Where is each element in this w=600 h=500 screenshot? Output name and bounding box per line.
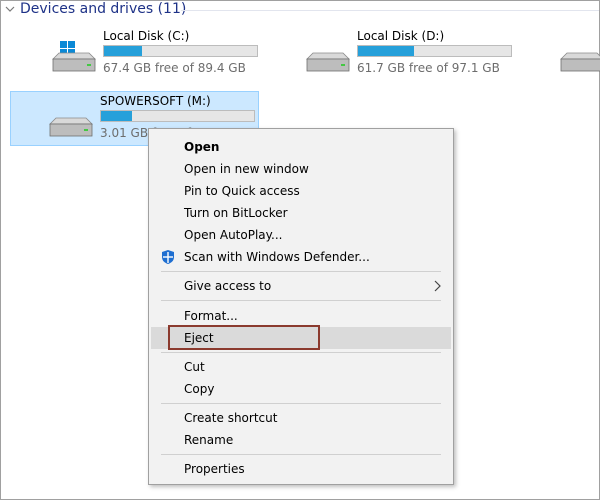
menu-item-label: Scan with Windows Defender... <box>184 250 370 264</box>
drive-d-tile[interactable]: Local Disk (D:) 61.7 GB free of 97.1 GB <box>299 29 514 85</box>
hard-drive-icon <box>560 52 600 72</box>
menu-item-format[interactable]: Format... <box>151 305 451 327</box>
menu-item-eject[interactable]: Eject <box>151 327 451 349</box>
menu-item-label: Copy <box>184 382 215 396</box>
menu-item-label: Create shortcut <box>184 411 278 425</box>
menu-item-label: Open AutoPlay... <box>184 228 283 242</box>
menu-item-label: Turn on BitLocker <box>184 206 288 220</box>
menu-item-label: Give access to <box>184 279 272 293</box>
menu-item-create-shortcut[interactable]: Create shortcut <box>151 407 451 429</box>
menu-item-bitlocker[interactable]: Turn on BitLocker <box>151 202 451 224</box>
menu-separator <box>161 300 441 301</box>
drive-m-name: SPOWERSOFT (M:) <box>100 94 211 108</box>
menu-item-open[interactable]: Open <box>151 136 451 158</box>
menu-item-autoplay[interactable]: Open AutoPlay... <box>151 224 451 246</box>
menu-item-cut[interactable]: Cut <box>151 356 451 378</box>
menu-item-label: Open in new window <box>184 162 309 176</box>
drive-d-usage-bar <box>357 45 512 57</box>
drive-c-usage-fill <box>104 46 142 56</box>
menu-separator <box>161 403 441 404</box>
menu-item-label: Properties <box>184 462 245 476</box>
menu-item-pin-quick-access[interactable]: Pin to Quick access <box>151 180 451 202</box>
menu-item-label: Eject <box>184 331 214 345</box>
menu-item-label: Pin to Quick access <box>184 184 300 198</box>
drive-c-tile[interactable]: Local Disk (C:) 67.4 GB free of 89.4 GB <box>45 29 260 85</box>
hard-drive-icon <box>306 52 350 72</box>
explorer-window: Devices and drives (11) Local Disk (C:) … <box>0 0 600 500</box>
menu-separator <box>161 271 441 272</box>
windows-defender-shield-icon <box>162 250 174 264</box>
drive-c-free-space: 67.4 GB free of 89.4 GB <box>103 61 246 75</box>
menu-item-open-new-window[interactable]: Open in new window <box>151 158 451 180</box>
menu-item-copy[interactable]: Copy <box>151 378 451 400</box>
drive-c-usage-bar <box>103 45 258 57</box>
group-title: Devices and drives (11) <box>20 1 187 17</box>
menu-item-properties[interactable]: Properties <box>151 458 451 480</box>
group-divider <box>181 10 599 11</box>
menu-item-rename[interactable]: Rename <box>151 429 451 451</box>
menu-separator <box>161 352 441 353</box>
drive-m-usage-bar <box>100 110 255 122</box>
menu-item-give-access[interactable]: Give access to <box>151 275 451 297</box>
menu-item-scan-defender[interactable]: Scan with Windows Defender... <box>151 246 451 268</box>
drive-m-usage-fill <box>101 111 132 121</box>
windows-drive-icon <box>52 41 96 72</box>
menu-separator <box>161 454 441 455</box>
drive-c-name: Local Disk (C:) <box>103 29 190 43</box>
chevron-down-icon[interactable] <box>3 0 17 20</box>
menu-item-label: Rename <box>184 433 234 447</box>
devices-group-header[interactable]: Devices and drives (11) <box>3 0 186 20</box>
context-menu: Open Open in new window Pin to Quick acc… <box>148 128 454 485</box>
menu-item-label: Cut <box>184 360 205 374</box>
removable-drive-icon <box>49 117 93 137</box>
drive-d-name: Local Disk (D:) <box>357 29 445 43</box>
menu-item-label: Format... <box>184 309 238 323</box>
menu-item-label: Open <box>184 140 220 154</box>
drive-partial-tile[interactable] <box>553 29 600 85</box>
chevron-right-icon <box>434 280 441 292</box>
drive-d-usage-fill <box>358 46 414 56</box>
drive-d-free-space: 61.7 GB free of 97.1 GB <box>357 61 500 75</box>
